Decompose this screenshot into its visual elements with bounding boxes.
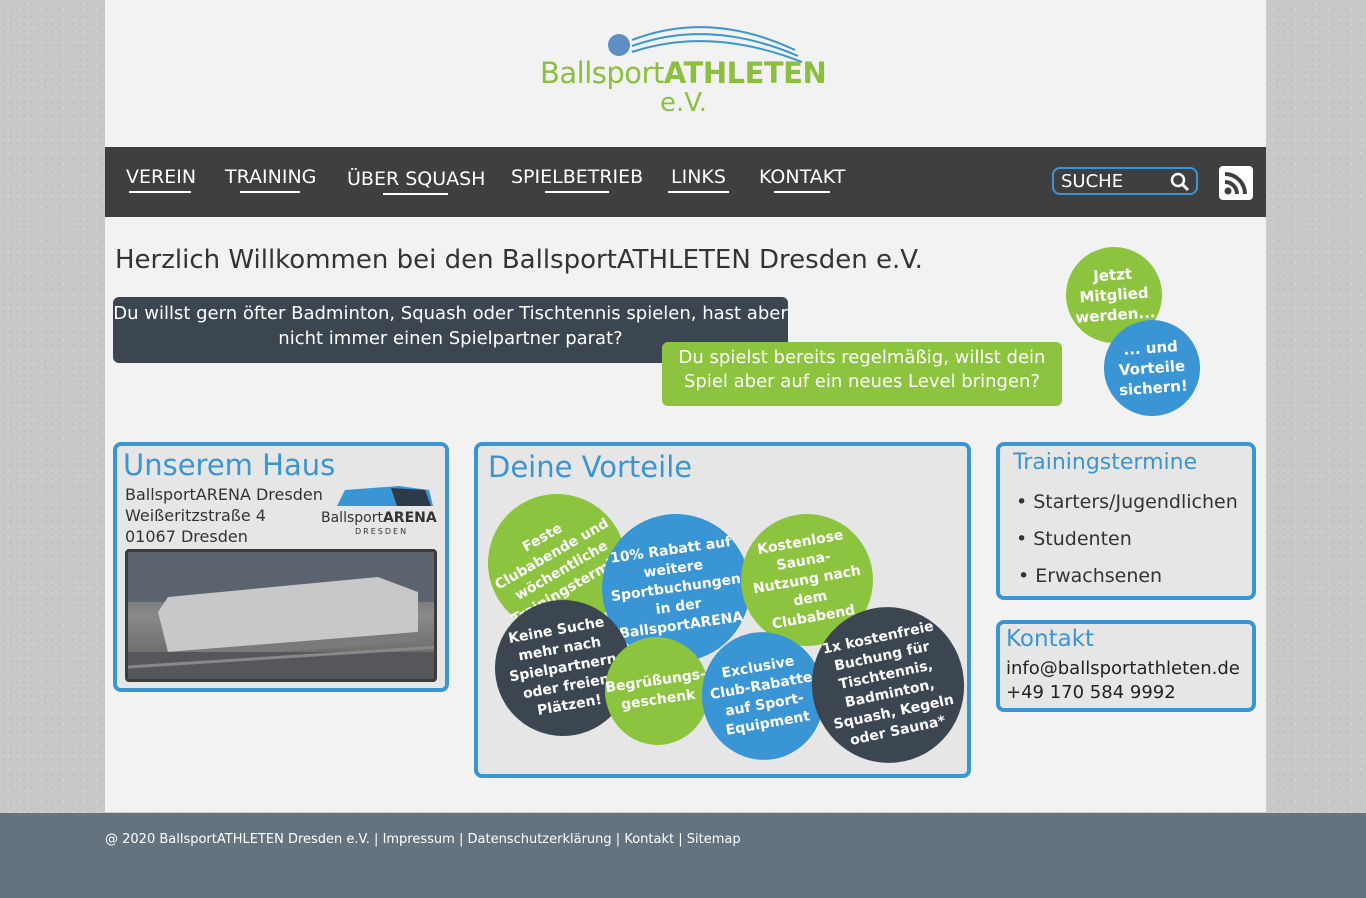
logo-text: BallsportATHLETEN [540, 56, 827, 90]
contact-title: Kontakt [1006, 626, 1095, 652]
venue-box: Unserem Haus BallsportARENA Dresden Weiß… [113, 442, 449, 692]
nav-item-kontakt[interactable]: KONTAKT [759, 166, 845, 193]
training-item-erwachsene[interactable]: • Erwachsenen [1018, 565, 1162, 587]
training-item-starters[interactable]: • Starters/Jugendlichen [1016, 491, 1238, 513]
footer-link-kontakt[interactable]: Kontakt [624, 832, 674, 847]
page-title: Herzlich Willkommen bei den BallsportATH… [115, 245, 923, 275]
training-title: Trainingstermine [1013, 450, 1198, 475]
contact-email[interactable]: info@ballsportathleten.de [1006, 658, 1240, 679]
training-item-studenten[interactable]: • Studenten [1016, 528, 1132, 550]
contact-box: Kontakt info@ballsportathleten.de +49 17… [996, 620, 1256, 712]
search-icon[interactable] [1170, 172, 1190, 192]
benefits-title: Deine Vorteile [488, 450, 693, 484]
search-input[interactable]: SUCHE [1052, 167, 1198, 195]
nav-item-links[interactable]: LINKS [668, 166, 729, 193]
nav-item-spielbetrieb[interactable]: SPIELBETRIEB [511, 166, 643, 193]
page-container: BallsportATHLETEN e.V. VEREIN TRAINING Ü… [105, 0, 1266, 812]
footer-link-impressum[interactable]: Impressum [383, 832, 455, 847]
nav-item-training[interactable]: TRAINING [225, 166, 316, 193]
search-placeholder: SUCHE [1061, 171, 1124, 192]
footer: @ 2020 BallsportATHLETEN Dresden e.V. | … [0, 813, 1366, 898]
site-logo[interactable]: BallsportATHLETEN e.V. [540, 18, 840, 118]
main-nav: VEREIN TRAINING ÜBER SQUASH SPIELBETRIEB… [105, 147, 1266, 217]
logo-suffix: e.V. [660, 88, 707, 118]
nav-item-verein[interactable]: VEREIN [126, 166, 196, 193]
footer-copyright: @ 2020 BallsportATHLETEN Dresden e.V. [105, 832, 370, 847]
nav-item-ueber-squash[interactable]: ÜBER SQUASH [347, 168, 485, 195]
contact-phone: +49 170 584 9992 [1006, 682, 1176, 703]
venue-title: Unserem Haus [123, 448, 336, 482]
footer-link-datenschutz[interactable]: Datenschutzerklärung [468, 832, 612, 847]
benefits-box: Deine Vorteile Feste Clubabende und wöch… [462, 442, 979, 778]
venue-address: BallsportARENA Dresden Weißeritzstraße 4… [125, 485, 323, 546]
intro-bubble-advanced: Du spielst bereits regelmäßig, willst de… [662, 342, 1062, 406]
arena-logo: BallsportARENA DRESDEN [321, 484, 439, 540]
training-box: Trainingstermine • Starters/Jugendlichen… [996, 442, 1256, 600]
rss-icon[interactable] [1219, 166, 1253, 200]
footer-link-sitemap[interactable]: Sitemap [687, 832, 741, 847]
arena-photo [125, 549, 437, 682]
footer-text: @ 2020 BallsportATHLETEN Dresden e.V. | … [105, 832, 741, 847]
